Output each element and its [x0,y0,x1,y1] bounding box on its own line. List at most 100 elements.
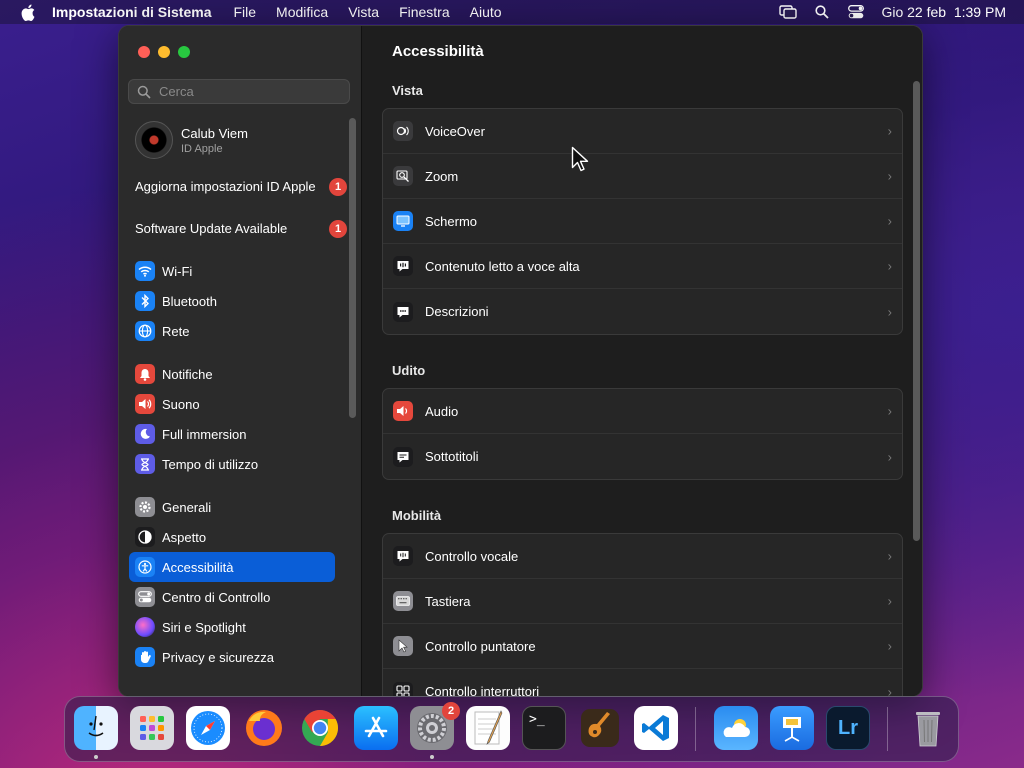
trash-icon[interactable] [906,706,950,750]
screen-mirroring-icon[interactable] [779,3,798,21]
menu-aiuto[interactable]: Aiuto [470,4,502,20]
switch-control-icon [393,681,413,696]
sidebar-item-bluetooth[interactable]: Bluetooth [129,286,335,316]
section-title-udito: Udito [392,363,426,378]
siri-icon [135,617,155,637]
row-contenuto-letto-a-voce-alta[interactable]: Contenuto letto a voce alta › [383,244,902,289]
keyboard-icon [393,591,413,611]
row-voiceover[interactable]: VoiceOver › [383,109,902,154]
row-controllo-puntatore[interactable]: Controllo puntatore › [383,624,902,669]
firefox-icon[interactable] [242,706,286,750]
row-audio[interactable]: Audio › [383,389,902,434]
voiceover-icon [393,121,413,141]
menu-modifica[interactable]: Modifica [276,4,328,20]
sidebar-item-label: Rete [162,323,190,339]
chrome-icon[interactable] [298,706,342,750]
descriptions-icon [393,301,413,322]
terminal-icon[interactable]: >_ [522,706,566,750]
chevron-right-icon: › [887,548,892,564]
system-settings-icon[interactable]: 2 [410,702,460,750]
mouse-cursor-icon [571,146,589,172]
sidebar-item-suono[interactable]: Suono [129,389,335,419]
row-tastiera[interactable]: Tastiera › [383,579,902,624]
system-settings-window: Calub Viem ID Apple Aggiorna impostazion… [118,25,923,697]
main-scrollbar[interactable] [913,81,920,541]
row-label: Controllo vocale [425,548,519,564]
row-descrizioni[interactable]: Descrizioni › [383,289,902,334]
chevron-right-icon: › [887,304,892,319]
sidebar-item-label: Siri e Spotlight [162,619,246,635]
launchpad-icon[interactable] [130,706,174,750]
sidebar-item-accessibilita[interactable]: Accessibilità [129,552,335,582]
main-content: Accessibilità Vista VoiceOver › Zoom › S… [362,26,922,696]
menu-bar: Impostazioni di Sistema File Modifica Vi… [0,0,1024,24]
group-udito: Audio › Sottotitoli › [382,388,903,480]
notice-update-apple-id[interactable]: Aggiorna impostazioni ID Apple 1 [135,178,347,196]
menu-file[interactable]: File [233,4,256,20]
notice-software-update[interactable]: Software Update Available 1 [135,220,347,238]
clock-datetime[interactable]: Gio 22 feb 1:39 PM [881,4,1006,20]
close-button[interactable] [138,46,150,58]
section-title-vista: Vista [392,83,423,98]
vscode-icon[interactable] [634,706,678,750]
apple-logo-icon[interactable] [18,2,38,22]
sidebar: Calub Viem ID Apple Aggiorna impostazion… [119,26,362,696]
sidebar-item-siri-e-spotlight[interactable]: Siri e Spotlight [129,612,335,642]
row-sottotitoli[interactable]: Sottotitoli › [383,434,902,479]
chevron-right-icon: › [887,593,892,609]
row-controllo-interruttori[interactable]: Controllo interruttori › [383,669,902,696]
chevron-right-icon: › [887,123,892,139]
chevron-right-icon: › [887,168,892,184]
sidebar-item-label: Privacy e sicurezza [162,649,274,665]
sidebar-item-label: Aspetto [162,529,207,545]
row-zoom[interactable]: Zoom › [383,154,902,199]
bell-icon [135,364,155,384]
sidebar-item-label: Bluetooth [162,293,217,309]
sidebar-item-rete[interactable]: Rete [129,316,335,346]
safari-icon[interactable] [186,706,230,750]
search-field[interactable] [128,79,350,104]
sidebar-item-aspetto[interactable]: Aspetto [129,522,335,552]
search-icon [137,85,151,99]
row-controllo-vocale[interactable]: Controllo vocale › [383,534,902,579]
finder-icon[interactable] [74,706,118,750]
menu-vista[interactable]: Vista [348,4,379,20]
lightroom-icon[interactable]: Lr [826,706,870,750]
control-center-icon[interactable] [847,3,865,21]
sidebar-item-notifiche[interactable]: Notifiche [129,359,335,389]
pointer-icon [393,636,413,656]
search-input[interactable] [157,83,341,100]
zoom-icon [393,166,413,186]
menu-finestra[interactable]: Finestra [399,4,450,20]
notice-label: Software Update Available [135,221,288,236]
zoom-button[interactable] [178,46,190,58]
app-name-menu[interactable]: Impostazioni di Sistema [52,4,211,20]
dock: 2 >_ Lr [64,696,959,762]
sidebar-item-privacy-e-sicurezza[interactable]: Privacy e sicurezza [129,642,335,672]
row-label: VoiceOver [425,123,485,139]
apple-id-account[interactable]: Calub Viem ID Apple [135,121,248,159]
sidebar-item-full-immersion[interactable]: Full immersion [129,419,335,449]
row-schermo[interactable]: Schermo › [383,199,902,244]
minimize-button[interactable] [158,46,170,58]
sidebar-item-wifi[interactable]: Wi-Fi [129,256,335,286]
sidebar-item-generali[interactable]: Generali [129,492,335,522]
globe-icon [135,321,155,341]
weather-icon[interactable] [714,706,758,750]
sidebar-item-tempo-di-utilizzo[interactable]: Tempo di utilizzo [129,449,335,479]
sidebar-scrollbar[interactable] [349,118,356,418]
sidebar-item-centro-di-controllo[interactable]: Centro di Controllo [129,582,335,612]
running-indicator [430,755,434,759]
garageband-icon[interactable] [578,706,622,750]
sidebar-item-label: Centro di Controllo [162,589,271,605]
keynote-icon[interactable] [770,706,814,750]
row-label: Controllo puntatore [425,638,536,654]
moon-icon [135,424,155,444]
textedit-icon[interactable] [466,706,510,750]
accessibility-icon [135,557,155,577]
row-label: Tastiera [425,593,471,609]
row-label: Sottotitoli [425,449,479,464]
section-title-mobilita: Mobilità [392,508,442,523]
spotlight-search-icon[interactable] [813,3,831,21]
app-store-icon[interactable] [354,706,398,750]
